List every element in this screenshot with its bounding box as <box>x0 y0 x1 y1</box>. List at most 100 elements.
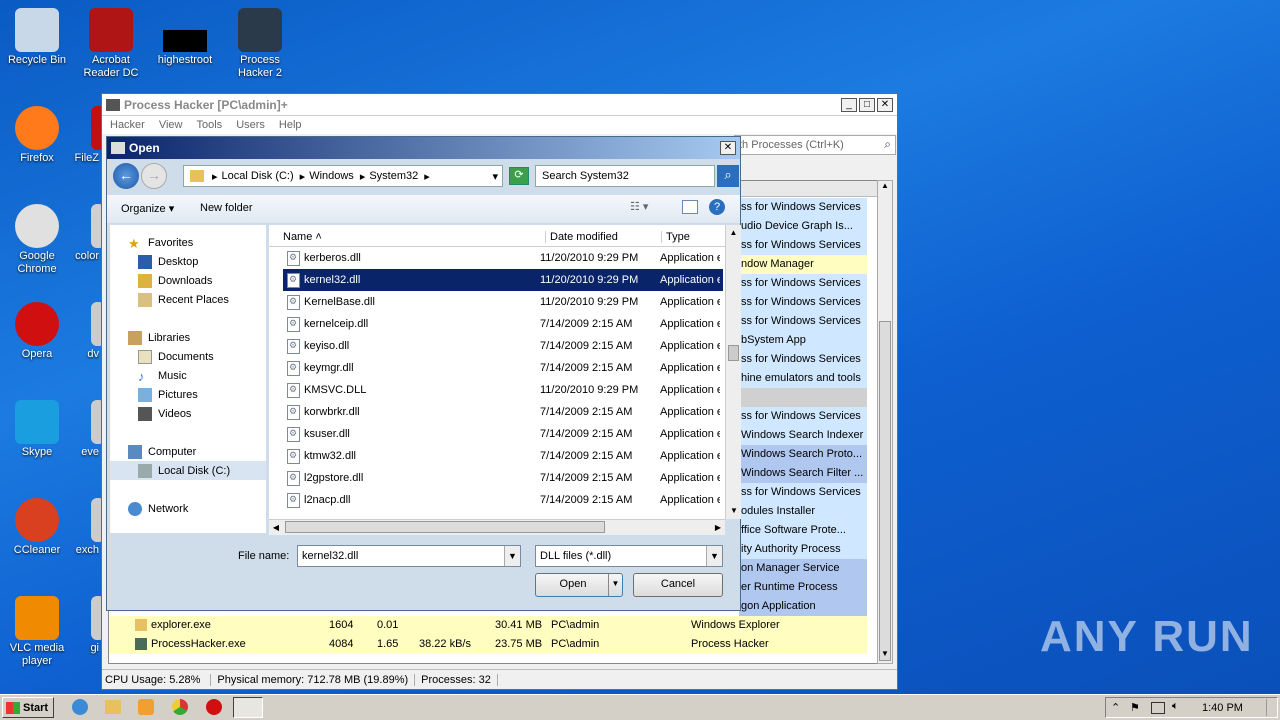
file-list-vscrollbar[interactable]: ▲ ▼ <box>725 225 741 519</box>
process-hacker-titlebar[interactable]: Process Hacker [PC\admin]+ _ □ ✕ <box>102 94 897 116</box>
file-row[interactable]: kerberos.dll 11/20/2010 9:29 PM Applicatio… <box>283 247 723 269</box>
organize-button[interactable]: Organize ▾ <box>121 202 174 215</box>
file-row[interactable]: korwbrkr.dll 7/14/2009 2:15 AM Application… <box>283 401 723 423</box>
process-row[interactable]: ss for Windows Services <box>739 312 867 331</box>
scroll-down-arrow[interactable]: ▼ <box>878 649 892 663</box>
scroll-up-arrow[interactable]: ▲ <box>726 225 741 241</box>
clock[interactable]: 1:40 PM <box>1202 702 1243 714</box>
scroll-right-arrow[interactable]: ▶ <box>711 520 725 535</box>
nav-recent-places[interactable]: Recent Places <box>138 290 229 309</box>
cancel-button[interactable]: Cancel <box>633 573 723 597</box>
maximize-button[interactable]: □ <box>859 97 875 112</box>
desktop-icon-process-hacker[interactable]: Process Hacker 2 <box>223 8 297 80</box>
process-row[interactable]: er Runtime Process <box>739 578 867 597</box>
process-row[interactable]: ffice Software Prote... <box>739 521 867 540</box>
nav-desktop[interactable]: Desktop <box>138 252 198 271</box>
file-name-dropdown-icon[interactable]: ▼ <box>504 546 520 566</box>
refresh-button[interactable]: ⟳ <box>509 167 529 185</box>
nav-network[interactable]: Network <box>128 499 188 518</box>
breadcrumb-system32[interactable]: System32 <box>369 170 418 182</box>
process-row[interactable]: ss for Windows Services <box>739 274 867 293</box>
show-desktop-button[interactable] <box>1266 699 1276 716</box>
nav-pictures[interactable]: Pictures <box>138 385 198 404</box>
desktop-icon-filezilla[interactable]: FileZ <box>63 106 105 165</box>
menu-hacker[interactable]: Hacker <box>110 119 145 131</box>
process-row[interactable]: hine emulators and tools <box>739 369 867 388</box>
desktop-icon-highestroot[interactable]: highestroot <box>148 8 222 67</box>
desktop-icon-color[interactable]: color <box>63 204 105 263</box>
file-row[interactable]: l2gpstore.dll 7/14/2009 2:15 AM Applicatio… <box>283 467 723 489</box>
file-row[interactable]: ksuser.dll 7/14/2009 2:15 AM Application e <box>283 423 723 445</box>
nav-libraries[interactable]: Libraries <box>128 328 190 347</box>
file-name-input[interactable]: kernel32.dll ▼ <box>297 545 521 567</box>
desktop-icon-exch[interactable]: exch <box>63 498 105 557</box>
process-row[interactable]: ss for Windows Services <box>739 350 867 369</box>
search-icon[interactable]: ⌕ <box>717 165 739 187</box>
nav-local-disk[interactable]: Local Disk (C:) <box>110 461 266 480</box>
file-row[interactable]: keyiso.dll 7/14/2009 2:15 AM Application e <box>283 335 723 357</box>
process-row[interactable]: on Manager Service <box>739 559 867 578</box>
desktop-icon-dv[interactable]: dv <box>63 302 105 361</box>
minimize-button[interactable]: _ <box>841 97 857 112</box>
file-row[interactable]: KernelBase.dll 11/20/2010 9:29 PM Applicat… <box>283 291 723 313</box>
file-row[interactable]: ktmw32.dll 7/14/2009 2:15 AM Application e <box>283 445 723 467</box>
back-button[interactable]: ← <box>113 163 139 189</box>
close-button[interactable]: ✕ <box>877 97 893 112</box>
nav-downloads[interactable]: Downloads <box>138 271 212 290</box>
process-row[interactable]: ndow Manager <box>739 255 867 274</box>
dialog-close-button[interactable]: ✕ <box>720 141 736 155</box>
desktop-icon-acrobat-reader[interactable]: Acrobat Reader DC <box>74 8 148 80</box>
search-field[interactable]: th Processes (Ctrl+K) ⌕ <box>734 135 896 155</box>
search-system32-field[interactable]: Search System32 <box>535 165 715 187</box>
file-type-select[interactable]: DLL files (*.dll) ▼ <box>535 545 723 567</box>
explorer-icon[interactable] <box>105 700 121 714</box>
address-bar[interactable]: ▸ Local Disk (C:) ▸ Windows ▸ System32 ▸… <box>183 165 503 187</box>
desktop-icon-gi[interactable]: gi <box>63 596 105 655</box>
new-folder-button[interactable]: New folder <box>200 202 253 214</box>
opera-icon[interactable] <box>206 699 222 715</box>
process-row[interactable]: ity Authority Process <box>739 540 867 559</box>
column-name[interactable]: Name ˄ <box>283 231 322 243</box>
file-row[interactable]: kernelceip.dll 7/14/2009 2:15 AM Applicati… <box>283 313 723 335</box>
open-dialog-titlebar[interactable]: Open ✕ <box>107 137 740 159</box>
file-row[interactable]: kernel32.dll 11/20/2010 9:29 PM Applicatio… <box>283 269 723 291</box>
process-row[interactable]: ss for Windows Services <box>739 407 867 426</box>
scroll-left-arrow[interactable]: ◀ <box>269 520 283 535</box>
file-type-dropdown-icon[interactable]: ▼ <box>706 546 722 566</box>
help-icon[interactable]: ? <box>709 199 725 215</box>
menu-users[interactable]: Users <box>236 119 265 131</box>
process-row[interactable] <box>739 388 867 407</box>
process-row[interactable]: explorer.exe 1604 0.01 30.41 MB PC\admin Wind… <box>109 616 867 635</box>
nav-music[interactable]: ♪ Music <box>138 366 187 385</box>
process-row[interactable]: bSystem App <box>739 331 867 350</box>
vertical-scrollbar[interactable]: ▲ ▼ <box>877 180 893 664</box>
scroll-thumb[interactable] <box>879 321 891 661</box>
nav-videos[interactable]: Videos <box>138 404 191 423</box>
network-tray-icon[interactable] <box>1151 702 1165 714</box>
process-row[interactable]: udio Device Graph Is... <box>739 217 867 236</box>
menu-help[interactable]: Help <box>279 119 302 131</box>
search-icon[interactable]: ⌕ <box>884 137 891 152</box>
media-player-icon[interactable] <box>138 699 154 715</box>
nav-documents[interactable]: Documents <box>138 347 214 366</box>
breadcrumb-windows[interactable]: Windows <box>309 170 354 182</box>
breadcrumb-local-disk[interactable]: Local Disk (C:) <box>222 170 294 182</box>
tray-expand-icon[interactable]: ⌃ <box>1111 701 1120 714</box>
desktop-icon-eve[interactable]: eve <box>63 400 105 459</box>
file-list-hscrollbar[interactable]: ◀ ▶ <box>269 519 725 535</box>
process-row[interactable]: odules Installer <box>739 502 867 521</box>
scroll-thumb[interactable] <box>728 345 739 361</box>
scroll-down-arrow[interactable]: ▼ <box>726 503 742 519</box>
file-row[interactable]: keymgr.dll 7/14/2009 2:15 AM Application e <box>283 357 723 379</box>
process-row[interactable]: ProcessHacker.exe 4084 1.65 38.22 kB/s 23.75… <box>109 635 867 654</box>
nav-computer[interactable]: Computer <box>128 442 196 461</box>
file-row[interactable]: l2nacp.dll 7/14/2009 2:15 AM Application e <box>283 489 723 511</box>
file-row[interactable]: KMSVC.DLL 11/20/2010 9:29 PM Application e <box>283 379 723 401</box>
hscroll-thumb[interactable] <box>285 521 605 533</box>
preview-pane-icon[interactable] <box>682 200 698 214</box>
volume-icon[interactable]: 🔈︎ <box>1172 700 1179 713</box>
nav-favorites[interactable]: ★ Favorites <box>128 233 193 252</box>
process-row[interactable]: ss for Windows Services <box>739 198 867 217</box>
address-dropdown-icon[interactable]: ▾ <box>492 170 498 183</box>
menu-view[interactable]: View <box>159 119 183 131</box>
